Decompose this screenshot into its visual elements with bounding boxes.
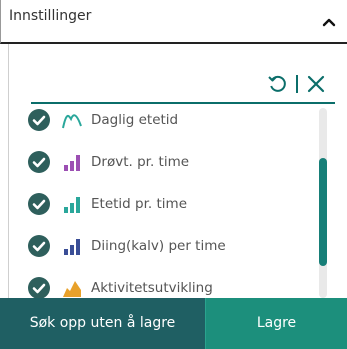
- checkmark-icon[interactable]: [27, 234, 51, 258]
- bar-chart-icon: [64, 197, 80, 213]
- list-item[interactable]: Aktivitetsutvikling: [9, 274, 309, 298]
- curve-chart-icon: [62, 114, 82, 129]
- footer-actions: Søk opp uten å lagre Lagre: [0, 298, 347, 349]
- header-title: Innstillinger: [9, 8, 92, 24]
- reset-icon[interactable]: [267, 74, 287, 94]
- list-item[interactable]: Daglig etetid: [9, 106, 309, 136]
- item-label: Daglig etetid: [91, 112, 179, 128]
- checkmark-icon[interactable]: [27, 192, 51, 216]
- checkmark-icon[interactable]: [27, 276, 51, 298]
- settings-body: Daglig etetid Drøvt. pr. time Etetid pr.…: [8, 44, 347, 298]
- list-item[interactable]: Diing(kalv) per time: [9, 232, 309, 262]
- area-chart-icon: [63, 281, 81, 297]
- list-item[interactable]: Drøvt. pr. time: [9, 148, 309, 178]
- close-icon[interactable]: [306, 74, 326, 94]
- item-label: Etetid pr. time: [91, 196, 187, 212]
- list-item[interactable]: Etetid pr. time: [9, 190, 309, 220]
- item-label: Aktivitetsutvikling: [91, 280, 213, 296]
- bar-chart-icon: [64, 155, 80, 171]
- settings-panel: Innstillinger Daglig etetid Drøvt. pr. t…: [0, 0, 347, 349]
- checkmark-icon[interactable]: [27, 150, 51, 174]
- settings-header[interactable]: Innstillinger: [0, 0, 347, 44]
- toolbar-divider: [31, 102, 335, 104]
- item-label: Drøvt. pr. time: [91, 154, 190, 170]
- save-button[interactable]: Lagre: [205, 298, 347, 349]
- item-label: Diing(kalv) per time: [91, 238, 226, 254]
- scrollbar-thumb[interactable]: [319, 158, 327, 266]
- search-without-saving-button[interactable]: Søk opp uten å lagre: [0, 298, 205, 349]
- chevron-up-icon[interactable]: [319, 12, 339, 32]
- bar-chart-icon: [64, 239, 80, 255]
- toolbar-separator: [296, 75, 298, 93]
- checkmark-icon[interactable]: [27, 108, 51, 132]
